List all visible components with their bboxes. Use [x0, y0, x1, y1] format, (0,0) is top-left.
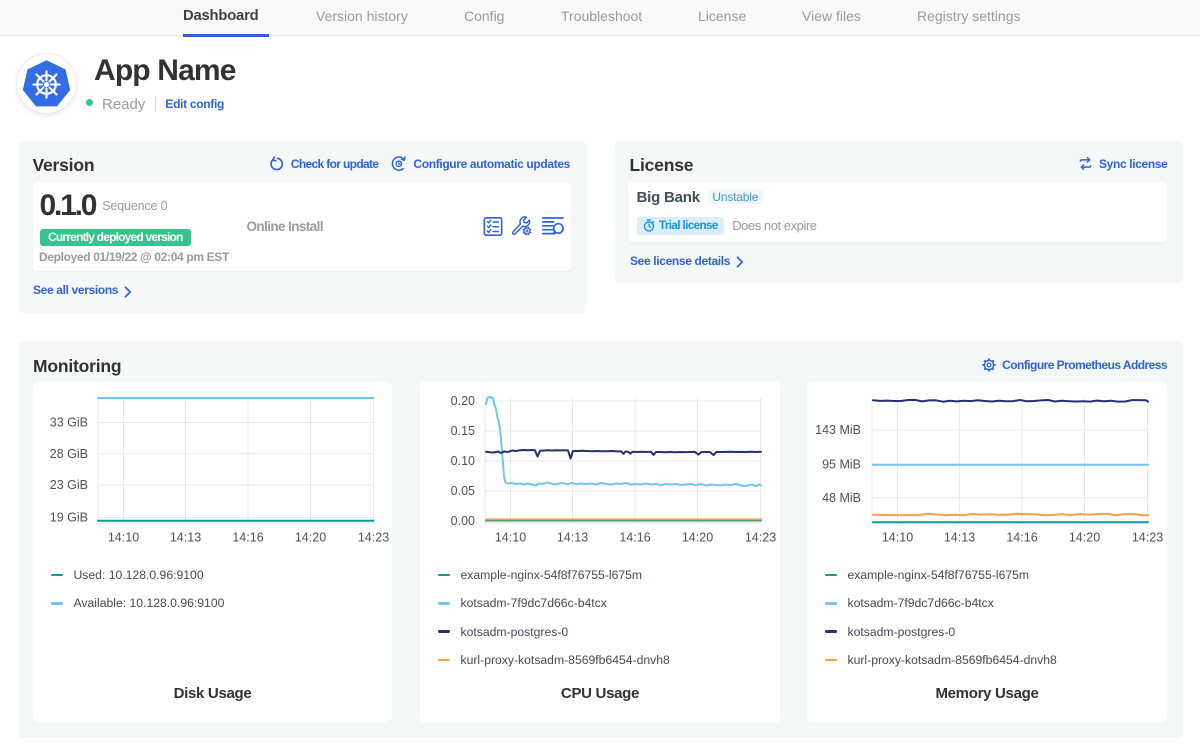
svg-text:14:10: 14:10 [882, 531, 913, 545]
svg-text:14:16: 14:16 [232, 531, 263, 545]
svg-text:95 MiB: 95 MiB [822, 457, 861, 471]
svg-text:14:13: 14:13 [557, 531, 588, 545]
svg-text:33 GiB: 33 GiB [50, 416, 88, 430]
svg-text:14:10: 14:10 [108, 531, 139, 545]
svg-text:19 GiB: 19 GiB [50, 511, 88, 525]
svg-text:0.10: 0.10 [451, 454, 475, 468]
svg-text:14:23: 14:23 [745, 531, 776, 545]
svg-text:14:20: 14:20 [682, 531, 713, 545]
svg-text:14:13: 14:13 [944, 531, 975, 545]
svg-text:0.15: 0.15 [451, 424, 475, 438]
svg-text:48 MiB: 48 MiB [822, 491, 861, 505]
svg-text:14:20: 14:20 [1069, 531, 1100, 545]
svg-text:14:10: 14:10 [495, 531, 526, 545]
svg-text:14:23: 14:23 [1132, 531, 1163, 545]
svg-text:14:16: 14:16 [619, 531, 650, 545]
svg-text:14:23: 14:23 [358, 531, 389, 545]
svg-text:0.20: 0.20 [451, 394, 475, 408]
svg-text:14:13: 14:13 [170, 531, 201, 545]
svg-text:14:16: 14:16 [1006, 531, 1037, 545]
svg-text:0.00: 0.00 [451, 514, 475, 528]
svg-text:28 GiB: 28 GiB [50, 447, 88, 461]
svg-text:0.05: 0.05 [451, 484, 475, 498]
svg-text:14:20: 14:20 [295, 531, 326, 545]
svg-text:23 GiB: 23 GiB [50, 478, 88, 492]
svg-text:143 MiB: 143 MiB [815, 423, 861, 437]
